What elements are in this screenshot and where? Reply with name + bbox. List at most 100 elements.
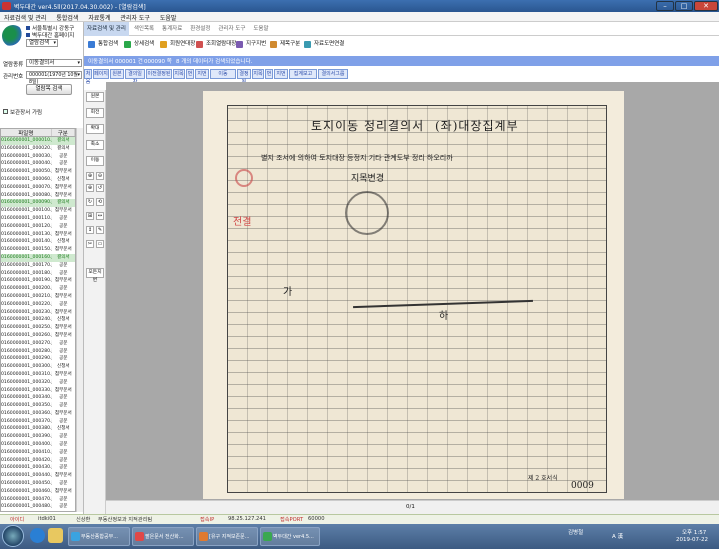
file-row[interactable]: 0160000001_000250.jpg첨부문서 [1,324,75,332]
rotate-left-icon[interactable]: ↺ [96,184,104,192]
grid-icon[interactable]: ⊞ [86,212,94,220]
hide-checkbox-row[interactable]: 보관장서 가림 [3,108,42,116]
minimize-button[interactable]: – [656,1,674,11]
file-row[interactable]: 0160000001_000190.jpg첨부문서 [1,277,75,285]
taskbar-item-3[interactable]: [유구 지적보존문... [196,527,258,546]
file-row[interactable]: 0160000001_000200.jpg 공문 [1,285,75,293]
tool-parcel[interactable]: 지구지번 [236,39,266,49]
flip-h-icon[interactable]: ↔ [96,212,104,220]
file-row[interactable]: 0160000001_000210.jpg첨부문서 [1,293,75,301]
reset-icon[interactable]: ⟲ [96,198,104,206]
tray-lang[interactable]: A 漢 [612,532,623,540]
pagebar-move[interactable]: 이동 [210,69,236,79]
file-row[interactable]: 0160000001_000010.jpg 결의서 [1,137,75,145]
file-row[interactable]: 0160000001_000330.jpg첨부문서 [1,387,75,395]
tray-user[interactable]: 김병철 [568,528,583,536]
start-button[interactable] [2,525,24,547]
image-viewer[interactable]: 토지이동 정리결의서 (좌)대장집계부 별지 조서에 의하여 토지대장 등정지 … [106,82,719,500]
file-row[interactable]: 0160000001_000040.jpg 공문 [1,160,75,168]
pagebar-group[interactable]: 결의서그룹 [318,69,348,79]
file-row[interactable]: 0160000001_000020.jpg 결의서 [1,145,75,153]
file-row[interactable]: 0160000001_000490.jpg공문 [1,511,75,512]
file-row[interactable]: 0160000001_000380.jpg 신청서 [1,425,75,433]
tool-detail-search[interactable]: 상세검색 [124,39,154,49]
file-row[interactable]: 0160000001_000280.jpg 공문 [1,348,75,356]
file-row[interactable]: 0160000001_000360.jpg첨부문서 [1,410,75,418]
file-row[interactable]: 0160000001_000150.jpg첨부문서 [1,246,75,254]
file-row[interactable]: 0160000001_000420.jpg 공문 [1,457,75,465]
col-filename[interactable]: 파일명 [1,129,52,137]
file-row[interactable]: 0160000001_000480.jpg공문 [1,503,75,511]
tab-index[interactable]: 색인목록 [131,22,157,36]
search-button[interactable]: 열람목 검색 [26,84,72,95]
tray-time[interactable]: 오후 1:57 [682,528,706,536]
tray-date[interactable]: 2019-07-22 [676,537,708,543]
pagebar-page[interactable]: 페이지 [93,69,109,79]
tool-view-log[interactable]: 조회열람대장 [196,39,236,49]
zoom-minus-icon[interactable]: ⊖ [96,172,104,180]
file-row[interactable]: 0160000001_000350.jpg 공문 [1,402,75,410]
file-row[interactable]: 0160000001_000170.jpg 공문 [1,262,75,270]
zoom-plus-icon[interactable]: ⊕ [86,172,94,180]
maximize-button[interactable]: □ [675,1,693,11]
all-parcel-button[interactable]: 모든지번 [86,268,104,283]
tab-help[interactable]: 도움말 [250,22,271,36]
taskbar-item-1[interactable]: 부동산종합공부... [68,527,130,546]
file-row[interactable]: 0160000001_000140.jpg 신청서 [1,238,75,246]
rotate-button[interactable]: 회전 [86,108,104,118]
file-row[interactable]: 0160000001_000370.jpg 공문 [1,418,75,426]
number-select[interactable]: 000001(1970년 10월 8일) [26,71,82,85]
file-row[interactable]: 0160000001_000290.jpg 공문 [1,355,75,363]
pagebar-num[interactable]: 번 [186,69,194,79]
file-row[interactable]: 0160000001_000110.jpg 공문 [1,215,75,223]
file-row[interactable]: 0160000001_000120.jpg 공문 [1,223,75,231]
pagebar-parcel[interactable]: 지번 [195,69,209,79]
taskbar-item-2[interactable]: 팔은문서 전산화... [132,527,194,546]
tool-member[interactable]: 회원연대장 [160,39,195,49]
file-row[interactable]: 0160000001_000390.jpg 공문 [1,433,75,441]
file-row[interactable]: 0160000001_000180.jpg 공문 [1,270,75,278]
rotate-right-icon[interactable]: ↻ [86,198,94,206]
file-row[interactable]: 0160000001_000430.jpg 공문 [1,464,75,472]
file-row[interactable]: 0160000001_000090.jpg 결의서 [1,199,75,208]
tool-title[interactable]: 제목구분 [270,39,300,49]
file-row[interactable]: 0160000001_000300.jpg 신청서 [1,363,75,371]
file-row[interactable]: 0160000001_000220.jpg 공문 [1,301,75,309]
file-row[interactable]: 0160000001_000470.jpg 공문 [1,496,75,504]
rect-icon[interactable]: ▭ [96,240,104,248]
pagebar-prev[interactable]: 이전결정된 [146,69,172,79]
zoom-in-button[interactable]: 확대 [86,124,104,134]
pagebar-date[interactable]: 결의일자 [125,69,145,85]
cut-icon[interactable]: ✂ [86,240,94,248]
file-row[interactable]: 0160000001_000410.jpg 공문 [1,449,75,457]
tab-stats[interactable]: 통계자료 [159,22,185,36]
pagebar-parcel2[interactable]: 지번 [274,69,288,79]
file-row[interactable]: 0160000001_000440.jpg첨부문서 [1,472,75,480]
col-type[interactable]: 구분 [52,129,75,137]
pagebar-report[interactable]: 집계보고 [289,69,317,79]
tool-unified-search[interactable]: 통합검색 [88,39,118,49]
file-row[interactable]: 0160000001_000030.jpg 공문 [1,153,75,161]
zoom-out-button[interactable]: 축소 [86,140,104,150]
file-row[interactable]: 0160000001_000340.jpg 공문 [1,394,75,402]
pagebar-num2[interactable]: 번 [265,69,273,79]
folder-icon[interactable] [48,528,63,543]
checkbox-icon[interactable] [3,109,8,114]
file-row[interactable]: 0160000001_000450.jpg 공문 [1,480,75,488]
file-row[interactable]: 0160000001_000080.jpg첨부문서 [1,192,75,200]
pagebar-original[interactable]: 원본 [110,69,124,79]
pen-icon[interactable]: ✎ [96,226,104,234]
file-row[interactable]: 0160000001_000460.jpg첨부문서 [1,488,75,496]
fit-icon[interactable]: ⊕ [86,184,94,192]
file-row[interactable]: 0160000001_000060.jpg 신청서 [1,176,75,184]
category-select[interactable]: 이동결의서 [26,59,82,67]
file-list-scrollbar[interactable] [76,128,83,512]
close-button[interactable]: ✕ [694,1,718,11]
taskbar-item-4[interactable]: 벽두대간 ver4.5... [260,527,320,546]
pagebar-decided[interactable]: 결정된 [237,69,251,85]
file-row[interactable]: 0160000001_000310.jpg첨부문서 [1,371,75,379]
file-row[interactable]: 0160000001_000160.jpg 결의서 [1,253,75,262]
file-row[interactable]: 0160000001_000320.jpg 공문 [1,379,75,387]
file-row[interactable]: 0160000001_000400.jpg 공문 [1,441,75,449]
move-button[interactable]: 이동 [86,156,104,166]
